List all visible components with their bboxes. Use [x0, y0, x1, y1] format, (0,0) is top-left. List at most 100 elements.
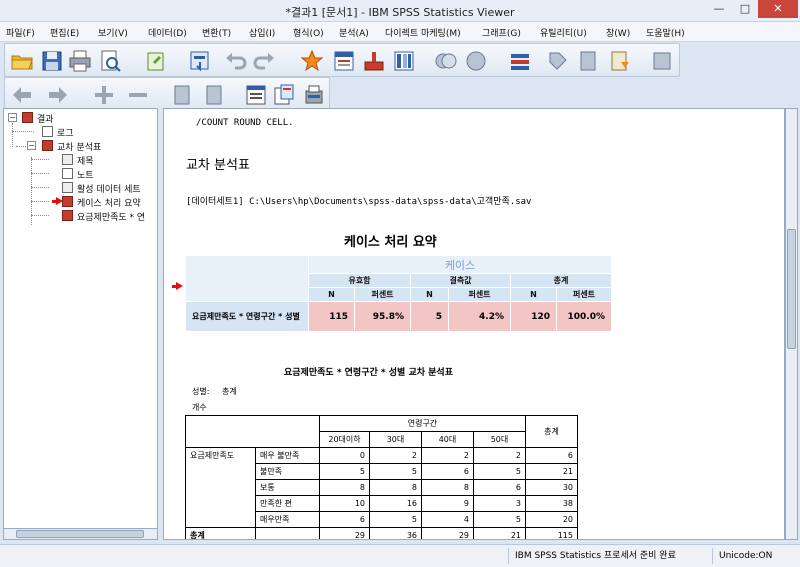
tree-item-notes[interactable]: 노트: [77, 168, 94, 181]
value-cell: 5: [369, 511, 422, 528]
col-header: N: [510, 287, 557, 302]
tree-connector: [31, 173, 49, 174]
col-header: 30대: [369, 431, 422, 448]
use-sets-icon[interactable]: [575, 48, 601, 74]
menu-transform[interactable]: 변환(T): [202, 26, 231, 39]
menu-help[interactable]: 도움말(H): [646, 26, 685, 39]
expander-crosstabs[interactable]: −: [27, 141, 36, 150]
row-var-spacer: [185, 479, 256, 496]
menu-edit[interactable]: 편집(E): [50, 26, 79, 39]
menu-file[interactable]: 파일(F): [6, 26, 35, 39]
redo-icon[interactable]: [251, 48, 277, 74]
back-arrow-icon[interactable]: [9, 82, 35, 108]
designate-window-icon[interactable]: [607, 48, 633, 74]
row-label: 요금제만족도 * 연령구간 * 성별: [185, 301, 309, 332]
value-cell: 95.8%: [354, 301, 411, 332]
window-titlebar: *결과1 [문서1] - IBM SPSS Statistics Viewer …: [0, 0, 800, 22]
total-row-label: 총계: [185, 527, 256, 539]
value-cell: 8: [369, 479, 422, 496]
tree-item-active-dataset[interactable]: 활성 데이터 세트: [77, 182, 141, 195]
weight-cases-icon[interactable]: [463, 48, 489, 74]
window-title: *결과1 [문서1] - IBM SPSS Statistics Viewer: [285, 6, 515, 19]
goto-case-icon[interactable]: [331, 48, 357, 74]
viewer-pane: /COUNT ROUND CELL. 교차 분석표 [데이터세트1] C:\Us…: [163, 108, 785, 540]
outline-horizontal-scrollbar[interactable]: [3, 528, 158, 540]
tree-item-results[interactable]: 결과: [37, 112, 54, 125]
value-cell: 120: [510, 301, 557, 332]
total-cell: 30: [525, 479, 578, 496]
maximize-button[interactable]: □: [732, 0, 758, 18]
row-var-label: 요금제만족도: [185, 447, 256, 464]
goto-data-icon[interactable]: [299, 48, 325, 74]
col-header: 퍼센트: [556, 287, 612, 302]
expand-icon[interactable]: [169, 82, 195, 108]
scrollbar-thumb[interactable]: [787, 229, 796, 349]
open-folder-icon[interactable]: [9, 48, 35, 74]
minimize-button[interactable]: —: [706, 0, 732, 18]
col-header: 20대이하: [319, 431, 370, 448]
variables-icon[interactable]: [391, 48, 417, 74]
menu-data[interactable]: 데이터(D): [148, 26, 187, 39]
close-button[interactable]: ✕: [758, 0, 798, 18]
promote-icon[interactable]: [91, 82, 117, 108]
goto-variable-icon[interactable]: [361, 48, 387, 74]
print-preview-icon[interactable]: [97, 48, 123, 74]
col-header: 퍼센트: [448, 287, 511, 302]
insert-heading-icon[interactable]: [271, 82, 297, 108]
viewer-vertical-scrollbar[interactable]: [785, 108, 798, 540]
undo-icon[interactable]: [223, 48, 249, 74]
crosstabs-book-icon: [42, 140, 53, 151]
menu-window[interactable]: 창(W): [606, 26, 630, 39]
row-var-spacer: [185, 511, 256, 528]
print-icon[interactable]: [67, 48, 93, 74]
save-icon[interactable]: [39, 48, 65, 74]
corner-cell: [255, 415, 320, 448]
menu-analyze[interactable]: 분석(A): [339, 26, 369, 39]
value-cell: 3: [473, 495, 526, 512]
tree-item-crosstabs[interactable]: 교차 분석표: [57, 140, 101, 153]
section-title: 교차 분석표: [186, 158, 250, 173]
tree-connector: [31, 187, 49, 188]
split-file-icon[interactable]: [507, 48, 533, 74]
demote-icon[interactable]: [125, 82, 151, 108]
collapse-icon[interactable]: [201, 82, 227, 108]
case-summary-title: 케이스 처리 요약: [344, 235, 437, 250]
total-cell: 29: [421, 527, 474, 539]
script-icon[interactable]: [649, 48, 675, 74]
select-cases-icon[interactable]: [433, 48, 459, 74]
value-cell: 6: [473, 479, 526, 496]
title-icon: [62, 154, 73, 165]
row-var-spacer: [185, 495, 256, 512]
value-cell: 5: [319, 463, 370, 480]
expander-results[interactable]: −: [8, 113, 17, 122]
layer-label: 성별:: [192, 387, 210, 396]
recall-dialog-icon[interactable]: [187, 48, 213, 74]
insert-title-icon[interactable]: [301, 82, 327, 108]
status-bar: IBM SPSS Statistics 프로세서 준비 완료 Unicode:O…: [0, 544, 800, 567]
value-cell: 0: [319, 447, 370, 464]
col-header: 50대: [473, 431, 526, 448]
menu-insert[interactable]: 삽입(I): [249, 26, 275, 39]
export-icon[interactable]: [143, 48, 169, 74]
tree-item-log[interactable]: 로그: [57, 126, 74, 139]
col-group-header: 연령구간: [319, 415, 526, 432]
dataset-line: [데이터세트1] C:\Users\hp\Documents\spss-data…: [186, 197, 532, 207]
menu-view[interactable]: 보기(V): [98, 26, 128, 39]
tree-item-case-summary[interactable]: 케이스 처리 요약: [77, 196, 141, 209]
tree-connector: [31, 215, 49, 216]
scrollbar-thumb[interactable]: [16, 530, 144, 538]
show-icon[interactable]: [243, 82, 269, 108]
menu-format[interactable]: 형식(O): [293, 26, 324, 39]
menu-direct-marketing[interactable]: 다이렉트 마케팅(M): [385, 26, 461, 39]
table-icon: [62, 196, 73, 207]
value-cell: 5: [410, 301, 449, 332]
total-cell: 20: [525, 511, 578, 528]
menu-graphs[interactable]: 그래프(G): [482, 26, 521, 39]
value-labels-icon[interactable]: [545, 48, 571, 74]
tree-item-title[interactable]: 제목: [77, 154, 94, 167]
value-cell: 2: [473, 447, 526, 464]
forward-arrow-icon[interactable]: [45, 82, 71, 108]
subgroup-valid: 유효함: [308, 273, 411, 288]
tree-item-crosstab-table[interactable]: 요금제만족도 * 연: [77, 210, 145, 223]
menu-utilities[interactable]: 유틸리티(U): [540, 26, 587, 39]
